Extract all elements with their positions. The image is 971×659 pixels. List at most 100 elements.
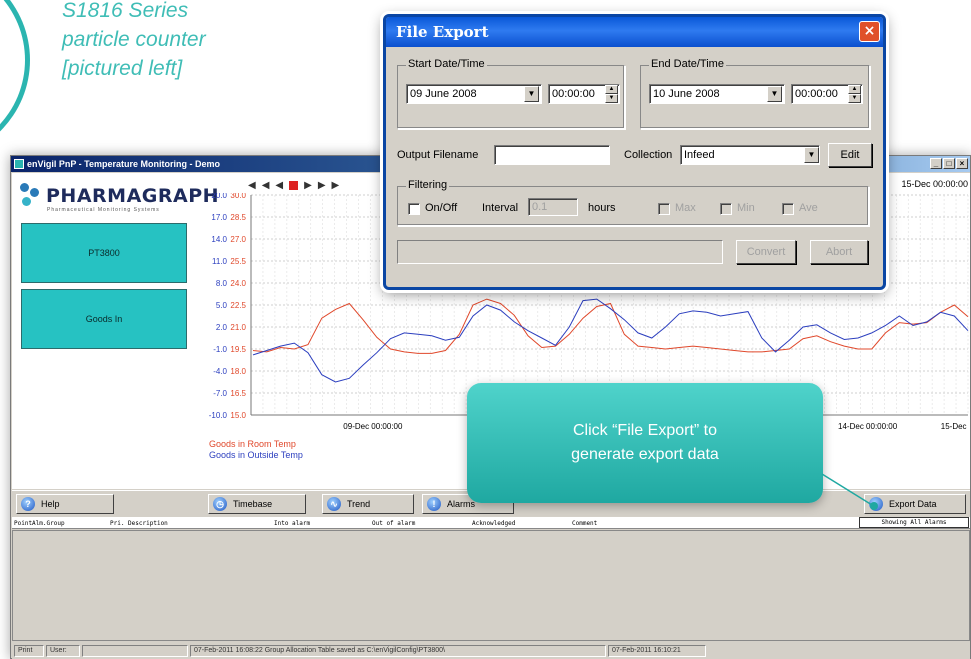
callout-line-2: generate export data	[571, 446, 719, 463]
y-left-tick: 5.0	[216, 301, 228, 310]
edit-button[interactable]: Edit	[828, 143, 872, 167]
filtering-group-title: Filtering	[406, 179, 450, 191]
status-user: User:	[46, 645, 80, 657]
callout-line-1: Click “File Export” to	[572, 422, 718, 439]
output-filename-label: Output Filename	[397, 149, 479, 161]
export-data-button[interactable]: Export Data	[864, 494, 966, 514]
status-message: 07-Feb-2011 16:08:22 Group Allocation Ta…	[190, 645, 606, 657]
filtering-group: Filtering On/Off Interval 0.1 hours Max …	[397, 179, 869, 226]
y-right-tick: 27.0	[230, 235, 246, 244]
start-datetime-group: Start Date/Time 09 June 2008 ▼ 00:00:00 …	[397, 58, 625, 129]
col-into-alarm: Into alarm	[274, 520, 311, 527]
col-acknowledged: Acknowledged	[472, 520, 516, 527]
close-button[interactable]: ×	[956, 158, 968, 169]
minimize-button[interactable]: _	[930, 158, 942, 169]
y-left-tick: -7.0	[213, 389, 227, 398]
status-user-value	[82, 645, 188, 657]
step-back-icon[interactable]: ◀	[275, 180, 283, 191]
y-right-tick: 24.0	[230, 279, 246, 288]
min-checkbox[interactable]	[720, 203, 732, 215]
logo-icon	[20, 183, 42, 213]
end-date-field[interactable]: 10 June 2008	[649, 84, 785, 104]
col-out-of-alarm: Out of alarm	[372, 520, 416, 527]
alarm-list-header: PointAlm.Group Pri. Description Into ala…	[12, 517, 970, 529]
help-button[interactable]: ? Help	[16, 494, 114, 514]
alarm-filter-select[interactable]: Showing All Alarms	[859, 517, 969, 528]
clock-icon: ◷	[213, 497, 227, 511]
y-left-tick: 17.0	[211, 213, 227, 222]
intro-caption: S1816 Series particle counter [pictured …	[62, 0, 362, 83]
ave-checkbox[interactable]	[782, 203, 794, 215]
trend-button[interactable]: ∿ Trend	[322, 494, 414, 514]
convert-button[interactable]: Convert	[736, 240, 796, 264]
max-checkbox[interactable]	[658, 203, 670, 215]
forward-icon[interactable]: ▶	[318, 180, 326, 191]
export-progress-bar	[397, 240, 723, 264]
page: S1816 Series particle counter [pictured …	[0, 0, 971, 659]
rewind-icon[interactable]: ◀	[262, 180, 270, 191]
collection-value: Infeed	[684, 149, 715, 161]
start-group-title: Start Date/Time	[406, 58, 487, 70]
maximize-button[interactable]: □	[943, 158, 955, 169]
collection-select[interactable]: Infeed	[680, 145, 820, 165]
y-right-tick: 30.0	[230, 193, 246, 200]
y-right-tick: 16.5	[230, 389, 246, 398]
intro-line-2: particle counter	[62, 28, 206, 51]
dialog-close-button[interactable]: ×	[859, 21, 880, 42]
end-time-spinner[interactable]: ▲ ▼	[848, 85, 861, 103]
status-time: 07-Feb-2011 16:10:21	[608, 645, 706, 657]
collection-label: Collection	[624, 149, 673, 161]
max-label: Max	[675, 202, 696, 214]
y-right-tick: 15.0	[230, 411, 246, 420]
alarms-label: Alarms	[447, 499, 476, 509]
tile-pt3800[interactable]: PT3800	[21, 223, 187, 283]
y-left-tick: -1.0	[213, 345, 227, 354]
y-right-tick: 19.5	[230, 345, 246, 354]
window-controls: _ □ ×	[930, 158, 968, 169]
end-datetime-group: End Date/Time 10 June 2008 ▼ 00:00:00 ▲ ▼	[640, 58, 870, 129]
status-print[interactable]: Print	[14, 645, 44, 657]
ave-label: Ave	[799, 202, 818, 214]
legend-room-temp: Goods in Room Temp	[209, 439, 296, 449]
rewind-fast-icon[interactable]: ◀	[248, 180, 256, 191]
alarm-list[interactable]	[12, 530, 970, 641]
collection-dropdown[interactable]: ▼	[804, 147, 819, 163]
end-date-dropdown[interactable]: ▼	[767, 86, 782, 102]
step-forward-icon[interactable]: ▶	[304, 180, 312, 191]
output-filename-input[interactable]	[494, 145, 610, 165]
interval-label: Interval	[482, 202, 519, 214]
logo-tagline: Pharmaceutical Monitoring Systems	[47, 207, 160, 213]
onoff-checkbox[interactable]	[408, 203, 420, 215]
forward-fast-icon[interactable]: ▶	[332, 180, 340, 191]
start-date-field[interactable]: 09 June 2008	[406, 84, 542, 104]
chart-end-date: 15-Dec 00:00:00	[901, 179, 968, 189]
export-icon	[869, 497, 883, 511]
abort-button[interactable]: Abort	[810, 240, 868, 264]
timebase-button[interactable]: ◷ Timebase	[208, 494, 306, 514]
col-comment: Comment	[572, 520, 598, 527]
start-date-dropdown[interactable]: ▼	[524, 86, 539, 102]
app-icon	[14, 159, 24, 169]
pharmagraph-logo: PHARMAGRAPH Pharmaceutical Monitoring Sy…	[20, 181, 219, 217]
timebase-label: Timebase	[233, 499, 273, 509]
y-right-tick: 25.5	[230, 257, 246, 266]
tile-goods-in[interactable]: Goods In	[21, 289, 187, 349]
min-label: Min	[737, 202, 755, 214]
legend-outside-temp: Goods in Outside Temp	[209, 450, 303, 460]
y-left-tick: 11.0	[212, 257, 228, 266]
interval-input[interactable]: 0.1	[528, 198, 578, 216]
start-time-spinner[interactable]: ▲ ▼	[605, 85, 618, 103]
start-time-value: 00:00:00	[552, 88, 595, 100]
trend-label: Trend	[347, 499, 371, 509]
end-date-value: 10 June 2008	[653, 88, 720, 100]
x-tick-label: 09-Dec 00:00:00	[343, 422, 403, 431]
export-label: Export Data	[889, 499, 937, 509]
col-description: Pri. Description	[110, 520, 168, 527]
status-bar: Print User: 07-Feb-2011 16:08:22 Group A…	[12, 643, 970, 659]
end-time-value: 00:00:00	[795, 88, 838, 100]
intro-line-1: S1816 Series	[62, 0, 189, 22]
app-title: enVigil PnP - Temperature Monitoring - D…	[27, 159, 221, 169]
hours-label: hours	[588, 202, 616, 214]
help-label: Help	[41, 499, 60, 509]
stop-icon[interactable]	[289, 181, 299, 190]
